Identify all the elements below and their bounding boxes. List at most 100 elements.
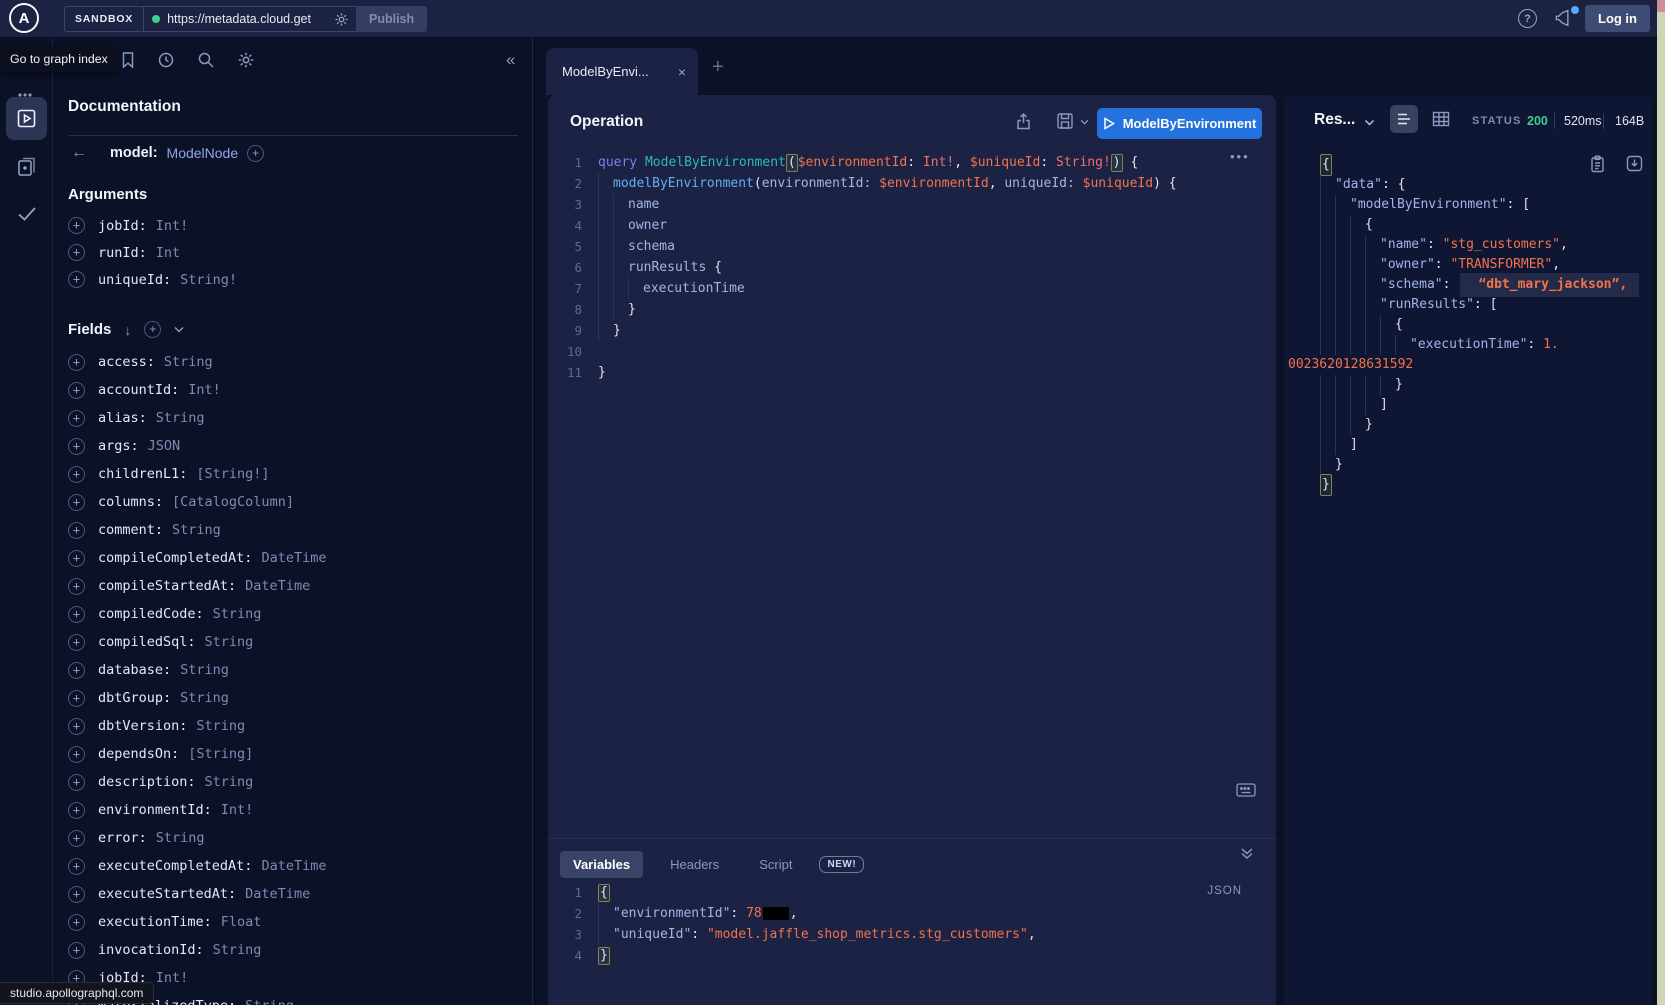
field-row[interactable]: +executionTime:Float	[68, 908, 508, 936]
add-field-to-query-button[interactable]: +	[68, 746, 85, 763]
add-field-to-query-button[interactable]: +	[68, 217, 85, 234]
field-row[interactable]: +comment:String	[68, 516, 508, 544]
doc-field-name: dbtGroup:	[98, 690, 171, 706]
apollo-logo[interactable]: A	[9, 3, 39, 33]
field-row[interactable]: +description:String	[68, 768, 508, 796]
add-field-to-query-button[interactable]: +	[68, 662, 85, 679]
field-row[interactable]: +alias:String	[68, 404, 508, 432]
response-view-table-toggle[interactable]	[1432, 111, 1450, 127]
add-field-to-query-button[interactable]: +	[68, 886, 85, 903]
add-field-to-query-button[interactable]: +	[68, 438, 85, 455]
field-row[interactable]: +columns:[CatalogColumn]	[68, 488, 508, 516]
response-json-viewer[interactable]: {"data": {"modelByEnvironment": [{"name"…	[1286, 155, 1646, 495]
collapse-variables-icon[interactable]	[1240, 847, 1254, 860]
add-field-to-query-button[interactable]: +	[68, 690, 85, 707]
field-row[interactable]: +database:String	[68, 656, 508, 684]
add-field-to-query-button[interactable]: +	[68, 354, 85, 371]
field-row[interactable]: +invocationId:String	[68, 936, 508, 964]
back-arrow-icon[interactable]: ←	[71, 144, 87, 162]
help-icon[interactable]: ?	[1518, 9, 1537, 28]
keyboard-shortcuts-icon[interactable]	[1236, 783, 1256, 797]
add-field-to-query-button[interactable]: +	[68, 271, 85, 288]
doc-field-type: Int!	[188, 382, 221, 398]
variables-tab-headers[interactable]: Headers	[657, 851, 732, 878]
response-title[interactable]: Res...	[1314, 111, 1355, 129]
field-row[interactable]: +compiledSql:String	[68, 628, 508, 656]
endpoint-url-box[interactable]: https://metadata.cloud.get	[143, 6, 361, 32]
checks-nav-item[interactable]	[16, 205, 38, 223]
variables-editor[interactable]: 1{2"environmentId": 78,3"uniqueId": "mod…	[548, 882, 1276, 966]
code-line-content: {	[1320, 155, 1332, 175]
code-line-content: owner	[598, 215, 667, 236]
field-row[interactable]: +error:String	[68, 824, 508, 852]
add-tab-button[interactable]: +	[712, 56, 724, 79]
field-row[interactable]: +environmentId:Int!	[68, 796, 508, 824]
add-field-to-query-button[interactable]: +	[68, 942, 85, 959]
announcements-megaphone-icon[interactable]	[1553, 8, 1577, 30]
field-row[interactable]: +dependsOn:[String]	[68, 740, 508, 768]
field-row[interactable]: +compileStartedAt:DateTime	[68, 572, 508, 600]
response-dropdown-chevron-icon[interactable]	[1364, 119, 1375, 126]
add-field-button[interactable]: +	[247, 145, 264, 162]
indent-guide	[1365, 335, 1380, 355]
add-field-to-query-button[interactable]: +	[68, 802, 85, 819]
add-field-to-query-button[interactable]: +	[68, 550, 85, 567]
doc-field-type: Int	[156, 245, 180, 261]
argument-row[interactable]: +uniqueId:String!	[68, 266, 508, 293]
add-field-to-query-button[interactable]: +	[68, 718, 85, 735]
indent-guide	[1320, 235, 1335, 255]
run-operation-button[interactable]: ModelByEnvironment	[1097, 108, 1262, 139]
field-row[interactable]: +access:String	[68, 348, 508, 376]
add-field-to-query-button[interactable]: +	[68, 494, 85, 511]
sort-fields-icon[interactable]: ↓	[124, 322, 131, 338]
add-field-to-query-button[interactable]: +	[68, 830, 85, 847]
add-field-to-query-button[interactable]: +	[68, 914, 85, 931]
add-field-to-query-button[interactable]: +	[68, 244, 85, 261]
doc-field-name: model:	[110, 145, 158, 161]
variables-tab-script[interactable]: Script	[746, 851, 805, 878]
link-preview-text: studio.apollographql.com	[10, 986, 143, 1000]
connection-settings-gear-icon[interactable]	[334, 12, 349, 27]
explorer-nav-item[interactable]	[6, 97, 47, 140]
response-view-raw-toggle[interactable]	[1390, 105, 1418, 133]
add-field-to-query-button[interactable]: +	[68, 858, 85, 875]
tab-close-icon[interactable]: ×	[678, 64, 686, 80]
add-field-to-query-button[interactable]: +	[68, 466, 85, 483]
field-row[interactable]: +executeStartedAt:DateTime	[68, 880, 508, 908]
add-field-to-query-button[interactable]: +	[68, 410, 85, 427]
query-editor[interactable]: 1query ModelByEnvironment($environmentId…	[548, 152, 1276, 383]
doc-type-link[interactable]: ModelNode	[167, 145, 239, 161]
field-row[interactable]: +compiledCode:String	[68, 600, 508, 628]
add-field-to-query-button[interactable]: +	[68, 606, 85, 623]
save-icon[interactable]	[1056, 112, 1074, 130]
field-row[interactable]: +accountId:Int!	[68, 376, 508, 404]
login-button[interactable]: Log in	[1585, 5, 1650, 32]
chevron-down-icon[interactable]	[174, 326, 184, 333]
indent-guide	[598, 236, 613, 257]
add-field-to-query-button[interactable]: +	[68, 634, 85, 651]
code-line: }	[1286, 455, 1646, 475]
field-row[interactable]: +dbtVersion:String	[68, 712, 508, 740]
share-icon[interactable]	[1015, 112, 1032, 131]
field-row[interactable]: +dbtGroup:String	[68, 684, 508, 712]
add-field-to-query-button[interactable]: +	[68, 578, 85, 595]
publish-button[interactable]: Publish	[356, 6, 427, 32]
field-row[interactable]: +args:JSON	[68, 432, 508, 460]
endpoint-url-input[interactable]: https://metadata.cloud.get	[167, 12, 327, 26]
argument-row[interactable]: +runId:Int	[68, 239, 508, 266]
add-field-to-query-button[interactable]: +	[68, 382, 85, 399]
tab-modelbyenvironment[interactable]: ModelByEnvi... ×	[546, 48, 698, 95]
variables-tab-variables[interactable]: Variables	[560, 851, 643, 878]
code-token: "owner"	[1380, 255, 1435, 275]
add-field-to-query-button[interactable]: +	[68, 522, 85, 539]
field-row[interactable]: +compileCompletedAt:DateTime	[68, 544, 508, 572]
argument-row[interactable]: +jobId:Int!	[68, 212, 508, 239]
collections-nav-item[interactable]	[16, 156, 37, 177]
add-all-fields-button[interactable]: +	[144, 321, 161, 338]
field-row[interactable]: +childrenL1:[String!]	[68, 460, 508, 488]
left-nav-rail	[0, 38, 53, 1005]
indent-guide	[598, 924, 613, 945]
field-row[interactable]: +executeCompletedAt:DateTime	[68, 852, 508, 880]
add-field-to-query-button[interactable]: +	[68, 774, 85, 791]
save-options-chevron-icon[interactable]	[1080, 119, 1089, 125]
